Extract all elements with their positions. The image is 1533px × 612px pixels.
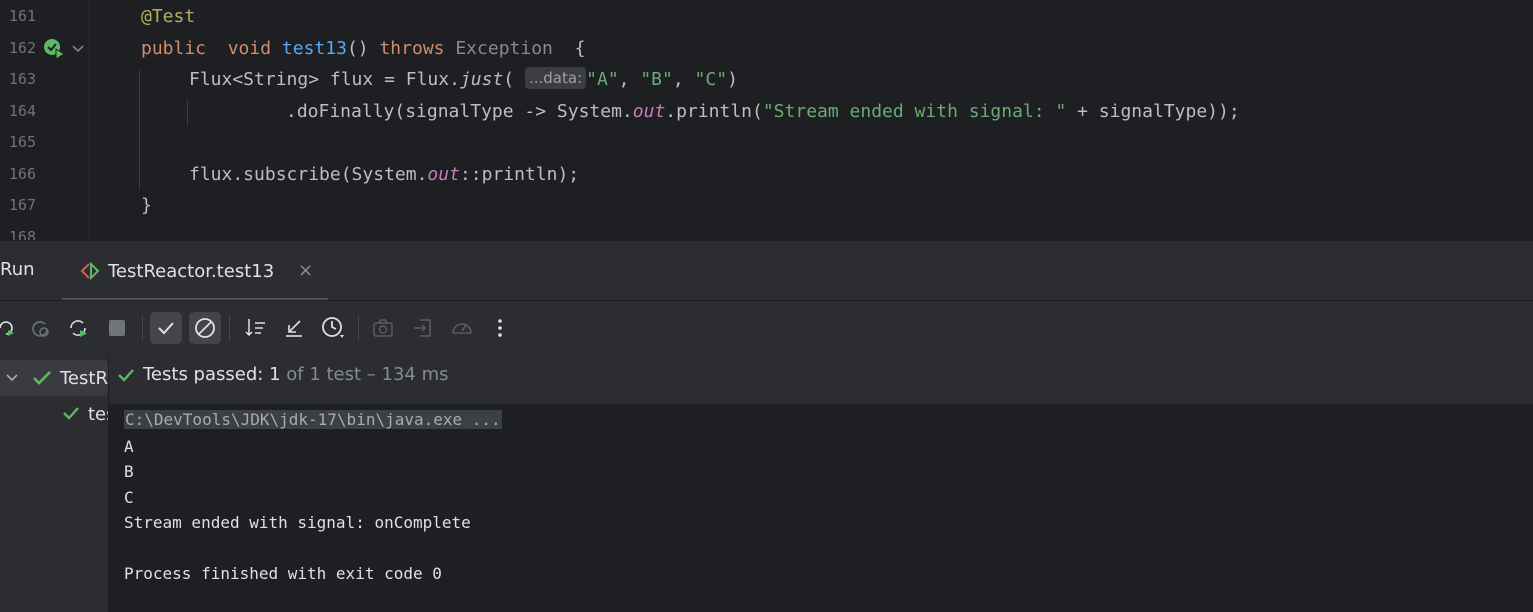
tests-passed-label: Tests passed: [143,364,264,385]
tab-label: TestReactor.test13 [108,261,275,282]
code-token: + signalType)); [1066,101,1240,122]
code-token: Flux<String> flux = Flux. [189,69,460,90]
code-token: ::println); [459,164,580,185]
code-token: , [618,69,641,90]
test-tree: TestR tes [0,354,108,612]
console-output[interactable]: C:\DevTools\JDK\jdk-17\bin\java.exe ... … [108,404,1533,612]
keyword: throws [379,38,445,59]
toolbar-separator [229,315,230,341]
line-number: 168 [8,228,36,240]
console-line: Process finished with exit code 0 [124,564,442,583]
code-token: flux.subscribe(System. [189,164,428,185]
show-passed-icon[interactable] [150,312,182,344]
run-tool-window-header: Run TestReactor.test13 × [0,240,1533,301]
code-token: } [141,195,152,216]
method-name: test13 [281,38,347,59]
tests-passed-count: 1 [269,364,281,385]
code-editor[interactable]: 161 162 163 164 165 166 167 168 @Test pu… [0,0,1533,240]
toolbar-separator [358,315,359,341]
field-name: out [632,101,666,122]
code-line-163: Flux<String> flux = Flux.just( ...data: "… [189,66,738,94]
import-icon[interactable] [407,312,439,344]
string-literal: "B" [640,69,673,90]
close-icon[interactable]: × [298,260,313,281]
console-line: C [124,488,134,507]
code-line-164: .doFinally(signalType -> System.out.prin… [286,98,1240,126]
test-passed-icon [63,407,79,420]
line-number: 166 [8,165,36,183]
test-run-icon [80,262,100,280]
line-number: 167 [8,196,36,214]
console-command-line: C:\DevTools\JDK\jdk-17\bin\java.exe ... [124,407,502,432]
run-window-title: Run [0,259,35,280]
run-toolbar [0,300,1533,355]
type-name: Exception [455,38,553,59]
rerun-failed-icon[interactable] [24,312,56,344]
code-token: ( [503,69,515,90]
line-number: 162 [8,39,36,57]
toggle-auto-test-icon[interactable] [62,312,94,344]
history-icon[interactable] [317,312,349,344]
run-test-gutter-icon[interactable] [43,38,67,60]
sort-icon[interactable] [240,312,272,344]
chevron-down-icon[interactable] [6,373,18,383]
show-ignored-icon[interactable] [189,312,221,344]
java-command[interactable]: C:\DevTools\JDK\jdk-17\bin\java.exe ... [124,410,502,429]
code-token: ) [727,69,738,90]
string-literal: "Stream ended with signal: " [762,101,1067,122]
gutter-separator [89,0,90,240]
code-token: () [346,38,380,59]
field-name: out [427,164,460,185]
annotation: @Test [141,6,196,27]
tests-passed-summary: Tests passed: 1 of 1 test – 134 ms [143,364,449,385]
method-name: just [459,69,504,90]
fold-chevron-icon[interactable] [72,44,84,54]
string-literal: "C" [694,69,728,90]
tree-item-test-class[interactable]: TestR [60,368,108,389]
line-number: 163 [8,70,36,88]
code-line-162: public void test13() throws Exception { [141,35,585,63]
code-line-166: flux.subscribe(System.out::println); [189,161,579,189]
console-line: A [124,437,134,456]
screenshot-icon[interactable] [367,312,399,344]
rerun-icon[interactable] [0,312,22,344]
stop-icon[interactable] [101,312,133,344]
test-passed-icon [118,369,134,382]
keyword: void [227,38,272,59]
console-line: Stream ended with signal: onComplete [124,513,471,532]
indent-guide [139,70,140,190]
code-token: .println( [665,101,763,122]
code-line-167: } [141,192,152,220]
coverage-icon[interactable] [446,312,478,344]
keyword: public [141,38,207,59]
test-passed-icon [33,371,51,385]
collapse-icon[interactable] [278,312,310,344]
tab-run-configuration[interactable]: TestReactor.test13 × [62,241,328,301]
tree-item-test-method[interactable]: tes [88,404,108,425]
test-status-bar: Tests passed: 1 of 1 test – 134 ms [108,354,1533,404]
toolbar-separator [142,315,143,341]
code-line-161: @Test [141,3,195,31]
code-token: , [672,69,695,90]
more-icon[interactable] [484,312,516,344]
tests-passed-detail: of 1 test – 134 ms [286,364,449,385]
code-token: { [574,38,586,59]
code-token: .doFinally(signalType -> System. [286,101,633,122]
line-number: 164 [8,102,36,120]
indent-guide [187,100,188,126]
line-number: 165 [8,133,36,151]
parameter-hint: ...data: [524,67,587,89]
line-number: 161 [8,7,36,25]
string-literal: "A" [586,69,619,90]
console-line: B [124,462,134,481]
